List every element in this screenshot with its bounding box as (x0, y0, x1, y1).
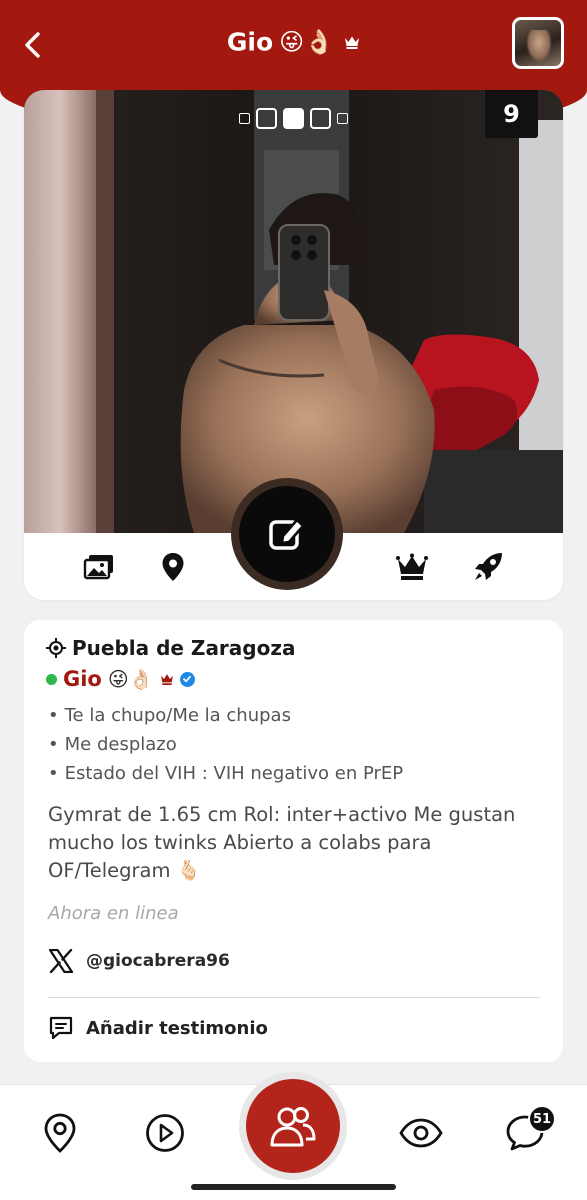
profile-photo[interactable]: 9 (24, 90, 563, 533)
location-row: Puebla de Zaragoza (46, 636, 296, 660)
edit-icon[interactable] (239, 486, 335, 582)
pager-dot-active[interactable] (283, 107, 304, 129)
play-icon[interactable] (145, 1112, 185, 1154)
map-pin-icon[interactable] (156, 550, 190, 584)
crown-icon (160, 674, 173, 685)
pager-dot[interactable] (337, 112, 348, 124)
add-testimonial-label[interactable]: Añadir testimonio (86, 1018, 268, 1039)
photo-pager (24, 107, 563, 129)
page-title: Gio 😜👌🏻 (0, 26, 587, 57)
edit-button-ring (231, 478, 343, 590)
people-icon[interactable] (246, 1079, 340, 1173)
online-status-text: Ahora en linea (48, 903, 179, 924)
pager-dot[interactable] (256, 107, 277, 129)
comment-icon (49, 1016, 73, 1040)
map-pin-icon[interactable] (40, 1112, 80, 1154)
name-emojis: 😜👌🏻 (107, 667, 154, 691)
name-row: Gio 😜👌🏻 (46, 667, 195, 691)
crown-icon[interactable] (395, 550, 429, 584)
online-status-dot (46, 673, 57, 685)
profile-attributes: Te la chupo/Me la chupas Me desplazo Est… (48, 701, 404, 788)
title-emojis: 😜👌🏻 (279, 28, 335, 56)
rocket-icon[interactable] (471, 550, 505, 584)
pager-dot[interactable] (239, 112, 250, 124)
bottom-nav: 51 (0, 1072, 587, 1200)
crosshair-icon (46, 638, 66, 658)
photo-count-badge: 9 (485, 90, 538, 138)
home-indicator (191, 1184, 396, 1190)
photos-icon[interactable] (82, 550, 116, 584)
people-button[interactable] (239, 1072, 347, 1180)
location-text: Puebla de Zaragoza (72, 636, 296, 660)
eye-icon[interactable] (399, 1112, 443, 1154)
profile-name-title: Gio (226, 27, 274, 57)
profile-thumbnail[interactable] (512, 17, 564, 69)
crown-icon (345, 36, 360, 49)
profile-bio: Gymrat de 1.65 cm Rol: inter+activo Me g… (48, 803, 516, 882)
chat-unread-badge: 51 (528, 1105, 556, 1133)
profile-info-card: Puebla de Zaragoza Gio 😜👌🏻 Te la chupo/M… (24, 620, 563, 1062)
attribute-item: Me desplazo (48, 730, 403, 759)
divider (48, 997, 540, 998)
profile-photo-card: 9 (24, 90, 563, 600)
verified-badge-icon (179, 671, 195, 687)
attribute-item: Te la chupo/Me la chupas (48, 701, 403, 730)
attribute-item: Estado del VIH : VIH negativo en PrEP (48, 759, 404, 788)
social-link[interactable]: @giocabrera96 (48, 949, 230, 973)
x-logo-icon (48, 949, 74, 973)
pager-dot[interactable] (310, 107, 331, 129)
social-handle[interactable]: @giocabrera96 (86, 951, 230, 971)
add-testimonial-button[interactable]: Añadir testimonio (48, 1016, 268, 1040)
profile-name: Gio (63, 667, 102, 691)
